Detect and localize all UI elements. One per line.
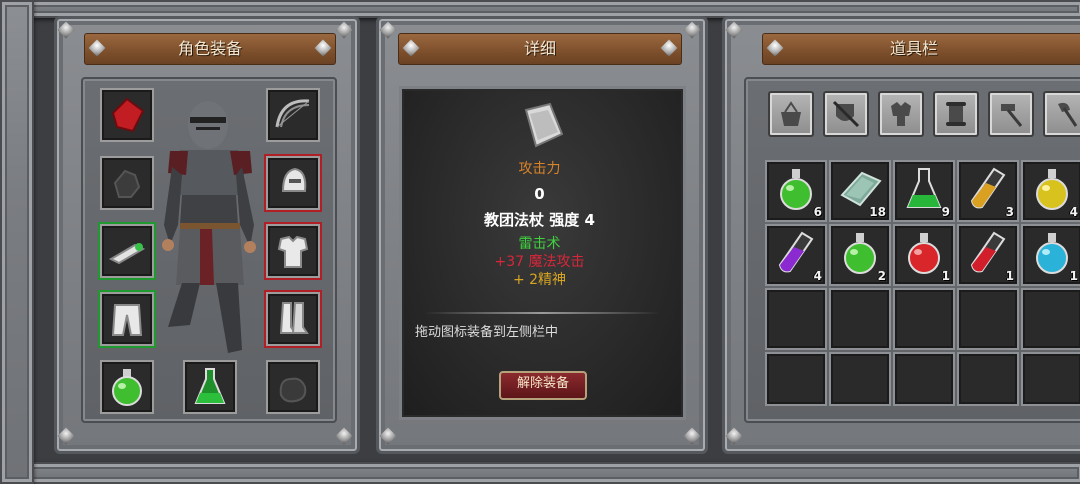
- item-count: 1: [1069, 269, 1078, 283]
- inventory-slot[interactable]: 3: [957, 160, 1019, 222]
- inventory-slot-empty[interactable]: [893, 352, 955, 406]
- tool-weapons[interactable]: [823, 91, 869, 137]
- inventory-slot[interactable]: 18: [829, 160, 891, 222]
- armor-icon: [891, 102, 911, 126]
- scroll-icon: [946, 102, 966, 126]
- axe-icon: [1058, 102, 1078, 127]
- inventory-slot-empty[interactable]: [829, 288, 891, 350]
- equip-slot-chest-armor[interactable]: [266, 224, 320, 278]
- equip-slot-gauntlet[interactable]: [100, 156, 154, 210]
- tool-tools[interactable]: [1043, 91, 1080, 137]
- item-count: 1: [941, 269, 950, 283]
- equip-slot-red-cloth[interactable]: [100, 88, 154, 142]
- chest-armor-icon: [277, 235, 309, 268]
- character-model: [162, 101, 256, 353]
- item-name: 教团法杖 强度 4: [484, 211, 595, 229]
- left-stone-frame: [0, 0, 34, 484]
- item-skill: 雷击术: [518, 236, 561, 252]
- item-magic-attack: +37 魔法攻击: [494, 254, 585, 270]
- inventory-slot-empty[interactable]: [1021, 288, 1080, 350]
- bow-icon: [275, 99, 310, 128]
- basket-icon: [781, 101, 801, 126]
- tool-scrolls[interactable]: [933, 91, 979, 137]
- equip-slot-bracer[interactable]: [100, 224, 154, 278]
- equip-slot-gloves[interactable]: [266, 360, 320, 414]
- boots-icon: [279, 302, 309, 334]
- detail-divider: [424, 312, 660, 314]
- inventory-slot[interactable]: 6: [765, 160, 827, 222]
- inventory-slot-empty[interactable]: [1021, 352, 1080, 406]
- inventory-slot[interactable]: 2: [829, 224, 891, 286]
- equip-slot-flask[interactable]: [183, 360, 237, 414]
- equip-slot-boots[interactable]: [266, 292, 320, 346]
- green-potion-icon: [112, 369, 142, 406]
- inventory-slot[interactable]: 1: [957, 224, 1019, 286]
- equip-slot-bow[interactable]: [266, 88, 320, 142]
- equipment-title-banner: 角色装备: [84, 33, 336, 65]
- inventory-title: 道具栏: [889, 39, 938, 58]
- bottom-stone-frame: [0, 462, 1080, 484]
- item-count: 4: [813, 269, 822, 283]
- inventory-slot[interactable]: 9: [893, 160, 955, 222]
- inventory-slot[interactable]: 1: [1021, 224, 1080, 286]
- equipment-title: 角色装备: [177, 39, 242, 58]
- equip-slot-potion[interactable]: [100, 360, 154, 414]
- equip-slot-helmet[interactable]: [266, 156, 320, 210]
- inventory-slot[interactable]: 1: [893, 224, 955, 286]
- item-count: 2: [877, 269, 886, 283]
- shield-sword-icon: [832, 100, 860, 128]
- unequip-button[interactable]: 解除装备: [499, 371, 587, 400]
- pants-icon: [111, 304, 143, 336]
- red-cloth-icon: [111, 97, 145, 133]
- item-spirit: + 2精神: [512, 272, 567, 288]
- item-count: 6: [813, 205, 822, 219]
- item-count: 1: [1005, 269, 1014, 283]
- inventory-slot-empty[interactable]: [893, 288, 955, 350]
- stat-value: 0: [534, 185, 545, 203]
- inventory-slot[interactable]: 4: [765, 224, 827, 286]
- detail-title-banner: 详细: [398, 33, 682, 65]
- drag-hint: 拖动图标装备到左侧栏中: [415, 325, 559, 340]
- gloves-icon: [279, 377, 307, 403]
- helmet-icon: [281, 167, 307, 192]
- item-count: 18: [869, 205, 886, 219]
- inventory-slot-empty[interactable]: [765, 352, 827, 406]
- green-flask-icon: [194, 368, 226, 404]
- gauntlet-icon: [113, 169, 141, 198]
- inventory-title-banner: 道具栏: [762, 33, 1080, 65]
- tool-crafting[interactable]: [988, 91, 1034, 137]
- tool-armor[interactable]: [878, 91, 924, 137]
- inventory-slot-empty[interactable]: [765, 288, 827, 350]
- inventory-slot-empty[interactable]: [829, 352, 891, 406]
- equip-slot-pants[interactable]: [100, 292, 154, 346]
- tool-basket[interactable]: [768, 91, 814, 137]
- inventory-slot-empty[interactable]: [957, 352, 1019, 406]
- hammer-icon: [1001, 104, 1023, 127]
- bracer-icon: [108, 243, 146, 265]
- item-preview-icon: [524, 102, 564, 148]
- item-count: 4: [1069, 205, 1078, 219]
- detail-title: 详细: [523, 39, 556, 58]
- inventory-slot[interactable]: 4: [1021, 160, 1080, 222]
- item-count: 9: [941, 205, 950, 219]
- item-count: 3: [1005, 205, 1014, 219]
- inventory-slot-empty[interactable]: [957, 288, 1019, 350]
- stat-label: 攻击力: [518, 161, 561, 177]
